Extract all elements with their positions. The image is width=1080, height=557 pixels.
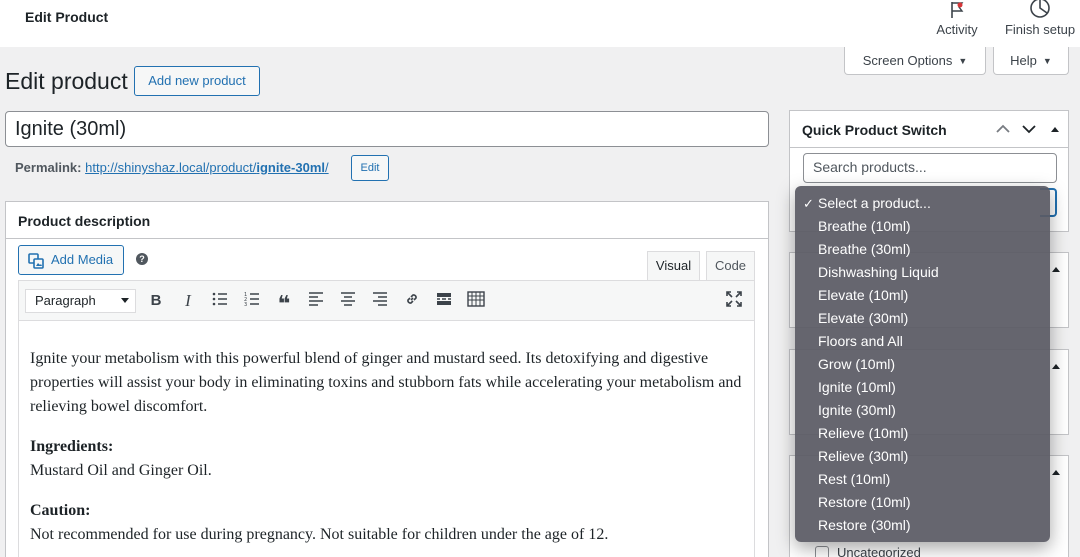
dropdown-option-label: Floors and All (818, 333, 903, 349)
dropdown-option[interactable]: Dishwashing Liquid (795, 261, 1050, 284)
permalink: Permalink: http://shinyshaz.local/produc… (15, 160, 329, 175)
tab-code[interactable]: Code (706, 251, 755, 281)
dropdown-option-label: Ignite (10ml) (818, 379, 896, 395)
dropdown-option[interactable]: Grow (10ml) (795, 353, 1050, 376)
dropdown-option-label: Breathe (10ml) (818, 218, 911, 234)
activity-label: Activity (936, 22, 978, 37)
dropdown-option-label: Relieve (10ml) (818, 425, 909, 441)
dropdown-option-label: Breathe (30ml) (818, 241, 911, 257)
page-title: Edit product (5, 68, 128, 94)
category-checkbox[interactable] (815, 546, 829, 557)
dropdown-option[interactable]: Breathe (10ml) (795, 215, 1050, 238)
product-select-dropdown: ✓ Select a product... Breathe (10ml) Breath… (795, 186, 1050, 542)
align-center-icon[interactable] (338, 291, 358, 311)
quick-product-switch-header: Quick Product Switch (790, 111, 1068, 148)
editor-content[interactable]: Ignite your metabolism with this powerfu… (18, 321, 755, 557)
description-paragraph: Ignite your metabolism with this powerfu… (30, 350, 742, 415)
add-media-button[interactable]: Add Media (18, 245, 124, 275)
dropdown-option-label: Dishwashing Liquid (818, 264, 939, 280)
dropdown-option-label: Restore (10ml) (818, 494, 911, 510)
category-checkbox-item[interactable]: Uncategorized (815, 545, 921, 557)
caret-down-icon (121, 298, 129, 303)
finish-setup-label: Finish setup (1004, 22, 1076, 37)
dropdown-option-label: Relieve (30ml) (818, 448, 909, 464)
dropdown-option[interactable]: Restore (30ml) (795, 514, 1050, 537)
align-left-icon[interactable] (306, 291, 326, 311)
read-more-icon[interactable] (434, 291, 454, 311)
media-icon (28, 253, 44, 269)
help-question-icon[interactable]: ? (136, 253, 148, 265)
ingredients-text: Mustard Oil and Ginger Oil. (30, 462, 212, 479)
chevron-up-icon[interactable] (996, 124, 1010, 134)
ingredients-heading: Ingredients: (30, 438, 114, 455)
screen-options-button[interactable]: Screen Options ▼ (844, 47, 986, 75)
dropdown-option-label: Elevate (30ml) (818, 310, 909, 326)
italic-icon[interactable]: I (178, 291, 198, 311)
permalink-slug: ignite-30ml (256, 160, 325, 175)
dropdown-option-label: Select a product... (818, 195, 931, 211)
dropdown-option-label: Restore (30ml) (818, 517, 911, 533)
dropdown-option[interactable]: Elevate (10ml) (795, 284, 1050, 307)
numbered-list-icon[interactable]: 123 (242, 291, 262, 311)
dropdown-option[interactable]: Relieve (10ml) (795, 422, 1050, 445)
flag-icon (951, 2, 964, 18)
link-icon[interactable] (402, 291, 422, 311)
toolbar-toggle-icon[interactable] (466, 291, 486, 311)
progress-circle-icon (1030, 0, 1050, 18)
editor-toolbar: Paragraph B I 123 ❝ (18, 280, 755, 321)
dropdown-option[interactable]: Restore (10ml) (795, 491, 1050, 514)
help-label: Help (1010, 53, 1037, 68)
chevron-down-icon[interactable] (1022, 124, 1036, 134)
fullscreen-icon[interactable] (724, 291, 744, 311)
add-new-product-button[interactable]: Add new product (134, 66, 260, 96)
dropdown-option[interactable]: Relieve (30ml) (795, 445, 1050, 468)
search-products-input[interactable]: Search products... (803, 153, 1057, 183)
dropdown-option[interactable]: Rest (10ml) (795, 468, 1050, 491)
align-right-icon[interactable] (370, 291, 390, 311)
permalink-url-base: http://shinyshaz.local/product/ (85, 160, 257, 175)
bold-icon[interactable]: B (146, 291, 166, 311)
category-label: Uncategorized (837, 545, 921, 557)
dropdown-option[interactable]: Ignite (30ml) (795, 399, 1050, 422)
page-header-title: Edit Product (25, 9, 109, 25)
tab-visual[interactable]: Visual (647, 251, 700, 281)
caution-text: Not recommended for use during pregnancy… (30, 526, 609, 543)
blockquote-icon[interactable]: ❝ (274, 291, 294, 316)
permalink-edit-button[interactable]: Edit (351, 155, 389, 181)
add-media-label: Add Media (51, 252, 114, 267)
dropdown-option[interactable]: Elevate (30ml) (795, 307, 1050, 330)
collapse-toggle-icon[interactable] (1052, 470, 1060, 475)
dropdown-option-label: Ignite (30ml) (818, 402, 896, 418)
permalink-trailing: / (325, 160, 329, 175)
activity-button[interactable]: Activity (930, 0, 984, 37)
finish-setup-button[interactable]: Finish setup (1000, 0, 1080, 37)
permalink-label: Permalink: (15, 160, 82, 175)
dropdown-option-label: Rest (10ml) (818, 471, 891, 487)
product-title-input[interactable]: Ignite (30ml) (5, 111, 769, 147)
permalink-link[interactable]: http://shinyshaz.local/product/ignite-30… (85, 160, 329, 175)
bullet-list-icon[interactable] (210, 291, 230, 311)
help-button[interactable]: Help ▼ (993, 47, 1069, 75)
screen-options-label: Screen Options (862, 53, 953, 68)
dropdown-option[interactable]: Ignite (10ml) (795, 376, 1050, 399)
dropdown-option[interactable]: Floors and All (795, 330, 1050, 353)
caution-heading: Caution: (30, 502, 91, 519)
caret-down-icon: ▼ (1042, 56, 1052, 66)
collapse-toggle-icon[interactable] (1051, 127, 1059, 132)
product-description-title: Product description (6, 202, 768, 239)
dropdown-option-label: Elevate (10ml) (818, 287, 909, 303)
caret-down-icon: ▼ (958, 56, 968, 66)
checkmark-icon: ✓ (803, 196, 814, 211)
top-bar: Edit Product Activity Finish setup (0, 0, 1080, 47)
dropdown-option-label: Grow (10ml) (818, 356, 896, 372)
svg-text:3: 3 (244, 302, 247, 307)
dropdown-option[interactable]: Breathe (30ml) (795, 238, 1050, 261)
format-select-value: Paragraph (35, 293, 96, 308)
collapse-toggle-icon[interactable] (1052, 364, 1060, 369)
collapse-toggle-icon[interactable] (1052, 267, 1060, 272)
dropdown-option[interactable]: ✓ Select a product... (795, 192, 1050, 215)
format-select[interactable]: Paragraph (25, 289, 136, 313)
quick-product-switch-title: Quick Product Switch (802, 122, 947, 138)
